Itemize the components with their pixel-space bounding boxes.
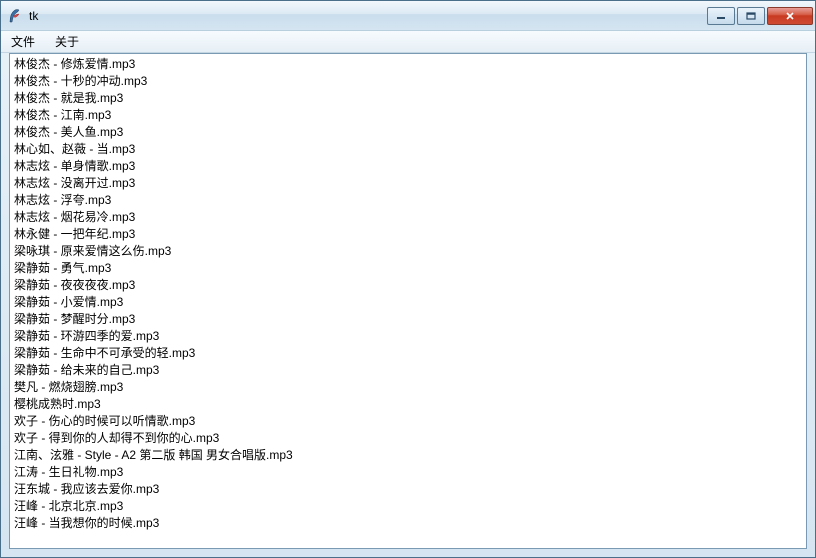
list-item[interactable]: 林志炫 - 没离开过.mp3 bbox=[14, 175, 802, 192]
list-item[interactable]: 林俊杰 - 就是我.mp3 bbox=[14, 90, 802, 107]
list-item[interactable]: 樱桃成熟时.mp3 bbox=[14, 396, 802, 413]
list-item[interactable]: 梁静茹 - 勇气.mp3 bbox=[14, 260, 802, 277]
list-item[interactable]: 樊凡 - 燃烧翅膀.mp3 bbox=[14, 379, 802, 396]
window-controls bbox=[707, 7, 813, 25]
list-item[interactable]: 梁静茹 - 生命中不可承受的轻.mp3 bbox=[14, 345, 802, 362]
list-item[interactable]: 梁静茹 - 夜夜夜夜.mp3 bbox=[14, 277, 802, 294]
file-list[interactable]: 林俊杰 - 修炼爱情.mp3林俊杰 - 十秒的冲动.mp3林俊杰 - 就是我.m… bbox=[10, 54, 806, 534]
list-item[interactable]: 欢子 - 得到你的人却得不到你的心.mp3 bbox=[14, 430, 802, 447]
list-item[interactable]: 林志炫 - 烟花易冷.mp3 bbox=[14, 209, 802, 226]
close-button[interactable] bbox=[767, 7, 813, 25]
menu-file[interactable]: 文件 bbox=[7, 31, 39, 52]
content-area: 林俊杰 - 修炼爱情.mp3林俊杰 - 十秒的冲动.mp3林俊杰 - 就是我.m… bbox=[9, 53, 807, 549]
list-item[interactable]: 汪峰 - 北京北京.mp3 bbox=[14, 498, 802, 515]
minimize-button[interactable] bbox=[707, 7, 735, 25]
list-item[interactable]: 林志炫 - 单身情歌.mp3 bbox=[14, 158, 802, 175]
list-item[interactable]: 汪峰 - 当我想你的时候.mp3 bbox=[14, 515, 802, 532]
list-item[interactable]: 江涛 - 生日礼物.mp3 bbox=[14, 464, 802, 481]
list-item[interactable]: 梁静茹 - 小爱情.mp3 bbox=[14, 294, 802, 311]
menubar: 文件 关于 bbox=[1, 31, 815, 53]
list-item[interactable]: 欢子 - 伤心的时候可以听情歌.mp3 bbox=[14, 413, 802, 430]
list-item[interactable]: 林俊杰 - 美人鱼.mp3 bbox=[14, 124, 802, 141]
list-item[interactable]: 林永健 - 一把年纪.mp3 bbox=[14, 226, 802, 243]
app-window: tk 文件 关于 林俊杰 - 修炼爱情.mp3林俊杰 - 十秒的冲动.mp3林俊… bbox=[0, 0, 816, 558]
list-item[interactable]: 汪东城 - 我应该去爱你.mp3 bbox=[14, 481, 802, 498]
menu-about[interactable]: 关于 bbox=[51, 31, 83, 52]
list-item[interactable]: 林俊杰 - 修炼爱情.mp3 bbox=[14, 56, 802, 73]
list-item[interactable]: 江南、泫雅 - Style - A2 第二版 韩国 男女合唱版.mp3 bbox=[14, 447, 802, 464]
list-item[interactable]: 林心如、赵薇 - 当.mp3 bbox=[14, 141, 802, 158]
tk-icon bbox=[7, 8, 23, 24]
list-item[interactable]: 林俊杰 - 江南.mp3 bbox=[14, 107, 802, 124]
window-title: tk bbox=[29, 9, 707, 23]
list-item[interactable]: 梁咏琪 - 原来爱情这么伤.mp3 bbox=[14, 243, 802, 260]
list-item[interactable]: 梁静茹 - 给未来的自己.mp3 bbox=[14, 362, 802, 379]
list-item[interactable]: 梁静茹 - 梦醒时分.mp3 bbox=[14, 311, 802, 328]
titlebar: tk bbox=[1, 1, 815, 31]
maximize-button[interactable] bbox=[737, 7, 765, 25]
list-item[interactable]: 梁静茹 - 环游四季的爱.mp3 bbox=[14, 328, 802, 345]
list-item[interactable]: 林俊杰 - 十秒的冲动.mp3 bbox=[14, 73, 802, 90]
list-item[interactable]: 林志炫 - 浮夸.mp3 bbox=[14, 192, 802, 209]
